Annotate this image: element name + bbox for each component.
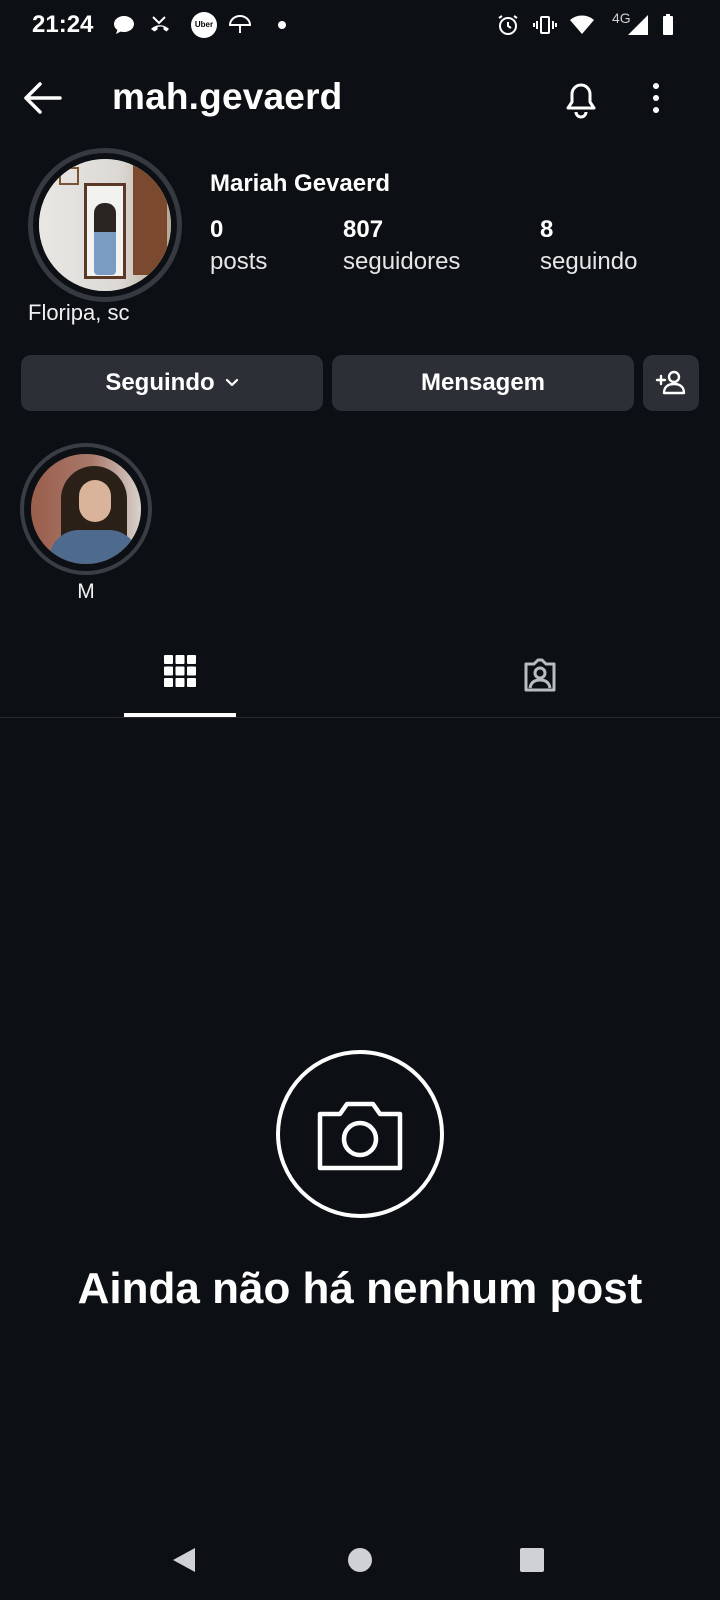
nav-recents-button[interactable]: [512, 1540, 552, 1580]
status-bar: 21:24 Uber 4G: [0, 0, 720, 50]
message-button[interactable]: Mensagem: [332, 355, 634, 411]
back-button[interactable]: [20, 78, 64, 118]
following-button-label: Seguindo: [105, 369, 215, 396]
followers-label: seguidores: [343, 248, 461, 275]
back-arrow-icon: [24, 82, 62, 114]
tab-posts-grid[interactable]: [125, 640, 235, 710]
following-count: 8: [540, 216, 554, 243]
highlight-label: M: [77, 580, 95, 603]
followers-count: 807: [343, 216, 384, 243]
cell-signal-icon: [626, 13, 650, 37]
tagged-person-icon: [524, 658, 556, 692]
grid-icon: [164, 655, 196, 687]
add-user-icon: [655, 370, 686, 395]
following-label: seguindo: [540, 248, 638, 275]
posts-count: 0: [210, 216, 224, 243]
profile-full-name: Mariah Gevaerd: [210, 170, 391, 197]
chat-bubble-icon: [112, 13, 136, 37]
missed-call-icon: [148, 13, 172, 37]
tabs-divider: [0, 717, 720, 718]
suggest-users-button[interactable]: [643, 355, 699, 411]
vibrate-icon: [533, 13, 557, 37]
empty-state-message: Ainda não há nenhum post: [77, 1264, 643, 1313]
umbrella-icon: [228, 13, 252, 37]
circle-home-icon: [348, 1548, 372, 1572]
tab-tagged[interactable]: [485, 640, 595, 710]
status-time: 21:24: [32, 11, 94, 38]
alarm-icon: [496, 13, 520, 37]
bell-icon: [566, 83, 596, 119]
nav-home-button[interactable]: [340, 1540, 380, 1580]
profile-avatar[interactable]: [28, 148, 182, 302]
posts-stat: 0 posts: [210, 215, 267, 279]
wifi-icon: [570, 13, 594, 37]
battery-icon: [656, 13, 680, 37]
followers-stat[interactable]: 807 seguidores: [343, 215, 460, 279]
page-title: mah.gevaerd: [112, 76, 343, 117]
empty-state-camera: [276, 1050, 444, 1218]
uber-app-icon: Uber: [191, 12, 217, 38]
following-stat[interactable]: 8 seguindo: [540, 215, 637, 279]
following-button[interactable]: Seguindo: [21, 355, 323, 411]
profile-header: mah.gevaerd: [0, 60, 720, 136]
square-recents-icon: [520, 1548, 544, 1572]
story-highlight[interactable]: [20, 443, 152, 575]
nav-back-button[interactable]: [164, 1540, 204, 1580]
posts-label: posts: [210, 248, 268, 275]
more-notifications-dot: [278, 21, 286, 29]
camera-icon: [317, 1101, 403, 1171]
more-options-button[interactable]: [646, 78, 666, 118]
notifications-button[interactable]: [560, 76, 602, 120]
profile-location: Floripa, sc: [28, 300, 130, 325]
message-button-label: Mensagem: [420, 369, 546, 396]
highlight-cover: [31, 454, 141, 564]
triangle-back-icon: [173, 1548, 195, 1572]
system-navigation-bar: [0, 1520, 720, 1600]
avatar: [39, 159, 171, 291]
chevron-down-icon: [225, 378, 238, 387]
more-vertical-icon: [653, 83, 659, 113]
